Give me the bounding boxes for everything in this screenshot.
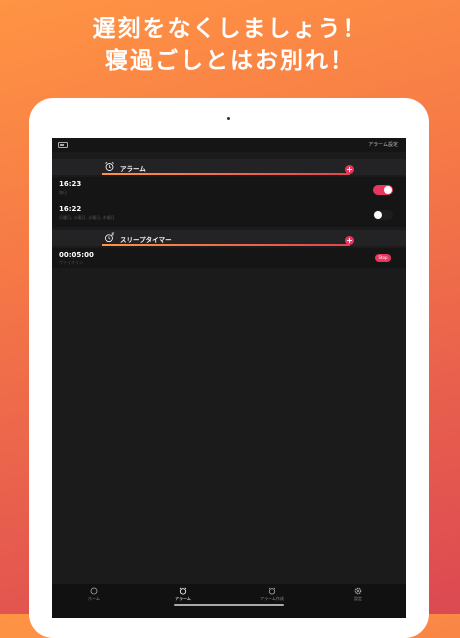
tablet-device: アラーム設定 アラーム + 16:23 毎日 16:22 月曜日, 火曜日, 水… xyxy=(29,98,429,638)
alarm-time: 16:23 xyxy=(59,180,82,188)
tab-label: アラーム作成 xyxy=(260,596,284,601)
alarm-toggle[interactable] xyxy=(373,210,393,220)
sleep-timer-time: 00:05:00 xyxy=(59,251,94,259)
sleep-timer-row[interactable]: 00:05:00 ヴァイオリン Stop xyxy=(52,248,406,268)
tab-label: ホーム xyxy=(88,596,100,601)
alarm-row[interactable]: 16:23 毎日 xyxy=(52,177,406,202)
alarm-settings-link[interactable]: アラーム設定 xyxy=(368,141,398,148)
alarm-add-icon xyxy=(268,587,276,595)
alarm-repeat: 月曜日, 火曜日, 水曜日, 木曜日 xyxy=(59,215,115,220)
sleep-timer-section-underline xyxy=(102,244,350,246)
alarm-clock-icon xyxy=(179,587,187,595)
alarm-row[interactable]: 16:22 月曜日, 火曜日, 水曜日, 木曜日 xyxy=(52,202,406,227)
sleep-timer-icon xyxy=(105,232,115,243)
alarm-section-header: アラーム + xyxy=(52,159,406,175)
add-alarm-button[interactable]: + xyxy=(345,165,354,174)
headline-line1: 遅刻をなくしましょう！ xyxy=(92,16,368,42)
stop-button[interactable]: Stop xyxy=(375,254,391,262)
home-icon xyxy=(90,587,98,595)
tab-alarm-create[interactable]: アラーム作成 xyxy=(242,587,302,602)
tab-alarm[interactable]: アラーム xyxy=(153,587,213,602)
plus-icon: + xyxy=(346,236,353,245)
alarm-section-title: アラーム xyxy=(120,165,146,173)
sleep-timer-section-header: スリープタイマー + xyxy=(52,230,406,246)
alarm-clock-icon xyxy=(105,161,114,171)
app-screen: アラーム設定 アラーム + 16:23 毎日 16:22 月曜日, 火曜日, 水… xyxy=(52,138,406,618)
headline-line2: 寝過ごしとはお別れ！ xyxy=(105,48,355,74)
alarm-time: 16:22 xyxy=(59,205,82,213)
sleep-timer-section-title: スリープタイマー xyxy=(120,236,172,244)
tab-settings[interactable]: 設定 xyxy=(328,587,388,602)
sleep-timer-sound: ヴァイオリン xyxy=(59,260,83,265)
gear-icon xyxy=(354,587,362,595)
tab-label: アラーム xyxy=(175,596,191,601)
alarm-toggle[interactable] xyxy=(373,185,393,195)
tab-home[interactable]: ホーム xyxy=(64,587,124,602)
toggle-knob xyxy=(374,211,382,219)
alarm-section-underline xyxy=(102,173,350,175)
tab-bar: ホーム アラーム アラーム作成 設定 xyxy=(52,584,406,618)
battery-icon xyxy=(58,142,68,148)
plus-icon: + xyxy=(346,165,353,174)
add-sleep-timer-button[interactable]: + xyxy=(345,236,354,245)
alarm-repeat: 毎日 xyxy=(59,190,67,195)
tab-label: 設定 xyxy=(354,596,362,601)
toggle-knob xyxy=(384,186,392,194)
status-bar: アラーム設定 xyxy=(52,138,406,152)
camera-dot xyxy=(227,117,230,120)
home-indicator xyxy=(174,604,284,606)
